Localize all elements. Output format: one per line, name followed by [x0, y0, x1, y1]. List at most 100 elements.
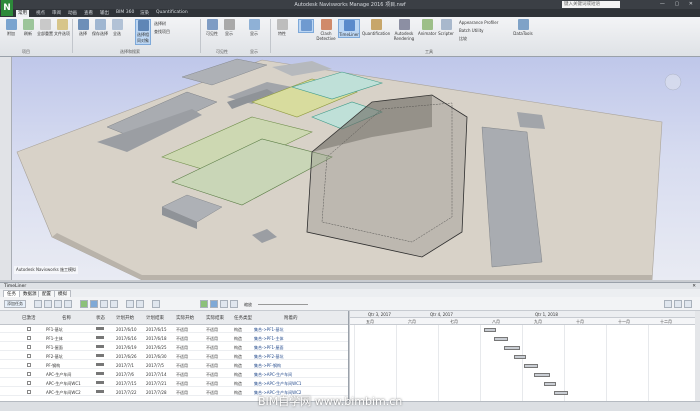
gantt-task-bar[interactable]: [544, 382, 556, 386]
col-task-type[interactable]: 任务类型: [234, 315, 252, 321]
row-active-checkbox[interactable]: [27, 372, 31, 376]
table-row[interactable]: PF1-基坑 2017/6/10 2017/6/15 不适用 不适用 构造 集合->PF1-…: [0, 326, 348, 333]
cell-name: APC-生产车间WC2: [46, 390, 81, 395]
ribbon-group-tools: 工具: [425, 49, 433, 54]
insert-task-icon[interactable]: [34, 300, 42, 308]
scroll-left-icon[interactable]: [664, 300, 672, 308]
tab-view[interactable]: 查看: [84, 10, 93, 16]
col-name[interactable]: 名称: [62, 315, 71, 321]
row-active-checkbox[interactable]: [27, 336, 31, 340]
gantt-compare-icon[interactable]: [230, 300, 238, 308]
columns-icon[interactable]: [110, 300, 118, 308]
export-icon[interactable]: [126, 300, 134, 308]
refresh-button[interactable]: 刷新: [20, 19, 36, 37]
display-button[interactable]: 显示: [246, 19, 262, 37]
row-active-checkbox[interactable]: [27, 390, 31, 394]
filter-icon[interactable]: [100, 300, 108, 308]
visibility-button[interactable]: 可见性: [204, 19, 220, 37]
col-actual-start[interactable]: 实际开始: [176, 315, 194, 321]
row-active-checkbox[interactable]: [27, 363, 31, 367]
tab-animation[interactable]: 动画: [68, 10, 77, 16]
appearance-profiler-item[interactable]: Appearance Profiler: [459, 20, 498, 25]
app-logo-icon[interactable]: N: [1, 0, 13, 16]
select-all-button[interactable]: 全选: [109, 19, 125, 37]
table-row[interactable]: APC-生产车间WC1 2017/7/15 2017/7/21 不适用 不适用 构造 集合-…: [0, 380, 348, 387]
gantt-task-bar[interactable]: [484, 328, 496, 332]
col-attached[interactable]: 附着的: [284, 315, 298, 321]
selection-tree-item[interactable]: 选择树: [154, 21, 166, 27]
gantt-task-bar[interactable]: [534, 373, 550, 377]
append-button[interactable]: 附加: [3, 19, 19, 37]
row-active-checkbox[interactable]: [27, 354, 31, 358]
tab-render[interactable]: 渲染: [140, 10, 149, 16]
indent-icon[interactable]: [80, 300, 88, 308]
timeliner-button[interactable]: TimeLiner: [338, 19, 360, 38]
animator-button[interactable]: Animator: [418, 19, 436, 36]
add-task-button[interactable]: 添加任务: [4, 300, 26, 308]
reset-all-button[interactable]: 全部重置: [37, 19, 53, 37]
gantt-task-bar[interactable]: [554, 391, 568, 395]
help-search-input[interactable]: 键入关键词或短语: [562, 1, 620, 8]
col-planned-start[interactable]: 计划开始: [116, 315, 134, 321]
tab-simulate[interactable]: 模拟: [54, 290, 71, 297]
tab-bim360[interactable]: BIM 360: [116, 10, 134, 15]
cell-actual-end: 不适用: [206, 354, 218, 359]
zoom-slider[interactable]: [258, 304, 308, 305]
import-icon[interactable]: [136, 300, 144, 308]
tab-configure[interactable]: 配置: [38, 290, 55, 297]
tab-quantification[interactable]: Quantification: [156, 10, 188, 15]
quantification-button[interactable]: Quantification: [362, 19, 390, 36]
gantt-planned-icon[interactable]: [210, 300, 218, 308]
datatools-button[interactable]: DataTools: [512, 19, 534, 36]
autodesk-rendering-button[interactable]: Autodesk Rendering: [392, 19, 416, 41]
tab-viewpoint[interactable]: 视点: [36, 10, 45, 16]
gantt-show-icon[interactable]: [200, 300, 208, 308]
gantt-task-bar[interactable]: [524, 364, 538, 368]
auto-add-icon[interactable]: [44, 300, 52, 308]
table-row[interactable]: PF2-基坑 2017/6/26 2017/6/30 不适用 不适用 构造 集合->PF2-…: [0, 353, 348, 360]
compare-item[interactable]: 比较: [459, 36, 467, 42]
tab-tasks[interactable]: 任务: [3, 290, 20, 297]
delete-task-icon[interactable]: [54, 300, 62, 308]
link-button[interactable]: [298, 19, 314, 33]
gantt-actual-icon[interactable]: [220, 300, 228, 308]
outdent-icon[interactable]: [90, 300, 98, 308]
row-active-checkbox[interactable]: [27, 345, 31, 349]
refresh-icon: [22, 19, 34, 30]
table-row[interactable]: PF-钢构 2017/7/1 2017/7/5 不适用 不适用 构造 集合->PF-钢构: [0, 362, 348, 369]
tab-home[interactable]: 常用: [16, 10, 29, 17]
tab-review[interactable]: 审阅: [52, 10, 61, 16]
3d-viewport[interactable]: Autodesk Navisworks 施工模拟: [12, 57, 700, 280]
table-row[interactable]: APC-生产车间 2017/7/6 2017/7/14 不适用 不适用 构造 集合->APC…: [0, 371, 348, 378]
properties-button[interactable]: 特性: [274, 19, 290, 37]
scripter-button[interactable]: Scripter: [437, 19, 455, 36]
table-row[interactable]: PF1-屋面 2017/6/19 2017/6/25 不适用 不适用 构造 集合->PF1-…: [0, 344, 348, 351]
left-dock-strip[interactable]: [0, 57, 12, 280]
select-same-button[interactable]: 选择相同对象: [135, 19, 151, 45]
gantt-task-bar[interactable]: [514, 355, 526, 359]
gantt-task-bar[interactable]: [504, 346, 520, 350]
col-status[interactable]: 状态: [96, 315, 105, 321]
hide-button[interactable]: 显示: [221, 19, 237, 37]
link-icon[interactable]: [152, 300, 160, 308]
window-controls[interactable]: — ▢ ✕: [660, 1, 697, 7]
attach-icon[interactable]: [64, 300, 72, 308]
file-options-button[interactable]: 文件选项: [54, 19, 70, 37]
zoom-fit-icon[interactable]: [684, 300, 692, 308]
save-selection-button[interactable]: 保存选择: [92, 19, 108, 37]
scroll-right-icon[interactable]: [674, 300, 682, 308]
row-active-checkbox[interactable]: [27, 327, 31, 331]
col-planned-end[interactable]: 计划结束: [146, 315, 164, 321]
cell-end: 2017/7/5: [146, 363, 164, 368]
select-button[interactable]: 选择: [75, 19, 91, 37]
col-active[interactable]: 已激活: [22, 315, 36, 321]
vertical-scrollbar[interactable]: [695, 311, 700, 401]
clash-detective-button[interactable]: Clash Detective: [316, 19, 336, 41]
table-row[interactable]: PF1-主体 2017/6/16 2017/6/18 不适用 不适用 构造 集合->PF1-…: [0, 335, 348, 342]
find-items-item[interactable]: 查找项目: [154, 29, 170, 35]
row-active-checkbox[interactable]: [27, 381, 31, 385]
col-actual-end[interactable]: 实际结束: [206, 315, 224, 321]
tab-output[interactable]: 输出: [100, 10, 109, 16]
gantt-task-bar[interactable]: [494, 337, 508, 341]
batch-utility-item[interactable]: Batch Utility: [459, 28, 484, 33]
